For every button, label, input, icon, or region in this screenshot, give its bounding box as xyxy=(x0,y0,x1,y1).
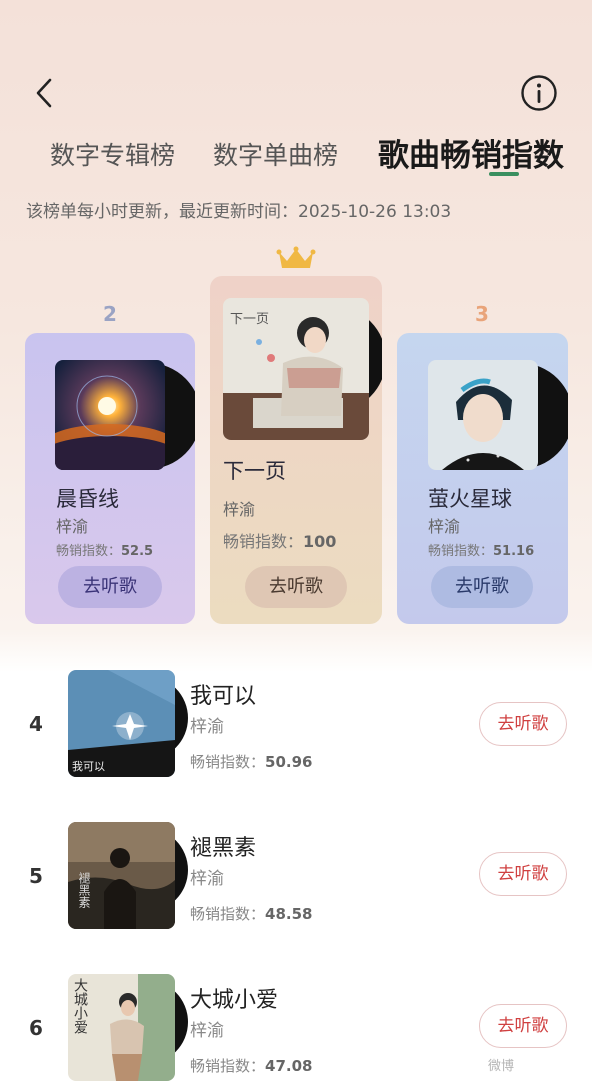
sales-index: 畅销指数：52.5 xyxy=(56,540,153,559)
artist-name[interactable]: 梓渝 xyxy=(190,864,224,889)
listen-button[interactable]: 去听歌 xyxy=(479,702,567,746)
tab-digital-single[interactable]: 数字单曲榜 xyxy=(213,136,338,172)
cover-lettering: 褪黑素 xyxy=(77,872,91,908)
sales-index-label: 畅销指数： xyxy=(428,544,494,559)
sales-index-value: 48.58 xyxy=(265,905,313,923)
album-cover-2 xyxy=(55,360,165,470)
crown-icon xyxy=(276,246,316,268)
sales-index: 畅销指数：51.16 xyxy=(428,540,534,559)
listen-button[interactable]: 去听歌 xyxy=(245,566,347,608)
song-title[interactable]: 大城小爱 xyxy=(190,982,278,1014)
chevron-left-icon[interactable] xyxy=(28,76,62,110)
artist-name[interactable]: 梓渝 xyxy=(428,513,460,537)
album-cover-3 xyxy=(428,360,538,470)
info-circle-icon[interactable] xyxy=(520,74,558,112)
sales-index-label: 畅销指数： xyxy=(190,905,266,923)
rank-number: 4 xyxy=(29,712,43,736)
watermark: 微博 xyxy=(488,1059,515,1074)
podium-card-3[interactable]: 萤火星球 梓渝 畅销指数：51.16 去听歌 xyxy=(397,333,568,624)
cover-lettering: 大城小爱 xyxy=(72,978,88,1034)
listen-button[interactable]: 去听歌 xyxy=(479,852,567,896)
song-title[interactable]: 下一页 xyxy=(223,455,286,485)
tab-sales-index[interactable]: 歌曲畅销指数 xyxy=(378,130,564,175)
rank-number: 5 xyxy=(29,864,43,888)
artist-name[interactable]: 梓渝 xyxy=(190,1016,224,1041)
sales-index-label: 畅销指数： xyxy=(190,1057,266,1075)
listen-button[interactable]: 去听歌 xyxy=(58,566,162,608)
sales-index-value: 52.5 xyxy=(121,544,154,559)
sales-index-label: 畅销指数： xyxy=(56,544,122,559)
sales-index: 畅销指数：47.08 xyxy=(190,1055,312,1076)
artist-name[interactable]: 梓渝 xyxy=(223,496,255,520)
song-title[interactable]: 我可以 xyxy=(190,678,256,710)
cover-lettering: 我可以 xyxy=(72,760,105,773)
sales-index-value: 51.16 xyxy=(493,544,535,559)
sales-index-label: 畅销指数： xyxy=(190,753,266,771)
song-title[interactable]: 萤火星球 xyxy=(428,483,512,513)
song-title[interactable]: 褪黑素 xyxy=(190,830,256,862)
rank-number-3: 3 xyxy=(475,302,489,326)
tab-digital-album[interactable]: 数字专辑榜 xyxy=(50,136,175,172)
sales-index: 畅销指数：100 xyxy=(223,528,336,552)
podium-card-1[interactable]: 下一页 梓渝 畅销指数：100 去听歌 xyxy=(210,276,382,624)
update-note: 该榜单每小时更新，最近更新时间：2025-10-26 13:03 xyxy=(26,202,452,222)
sales-index: 畅销指数：48.58 xyxy=(190,903,312,924)
chart-tabs: 数字专辑榜 数字单曲榜 歌曲畅销指数 xyxy=(0,128,592,178)
sales-index-value: 50.96 xyxy=(265,753,313,771)
sales-index-value: 100 xyxy=(303,532,337,551)
song-title[interactable]: 晨昏线 xyxy=(56,483,119,513)
active-tab-underline xyxy=(489,172,519,176)
listen-button[interactable]: 去听歌 xyxy=(479,1004,567,1048)
podium-card-2[interactable]: 晨昏线 梓渝 畅销指数：52.5 去听歌 xyxy=(25,333,195,624)
sales-index-value: 47.08 xyxy=(265,1057,313,1075)
rank-number: 6 xyxy=(29,1016,43,1040)
rank-number-2: 2 xyxy=(103,302,117,326)
artist-name[interactable]: 梓渝 xyxy=(56,513,88,537)
sales-index-label: 畅销指数： xyxy=(223,532,304,551)
cover-lettering: 下一页 xyxy=(230,312,270,327)
sales-index: 畅销指数：50.96 xyxy=(190,751,312,772)
listen-button[interactable]: 去听歌 xyxy=(431,566,533,608)
artist-name[interactable]: 梓渝 xyxy=(190,712,224,737)
